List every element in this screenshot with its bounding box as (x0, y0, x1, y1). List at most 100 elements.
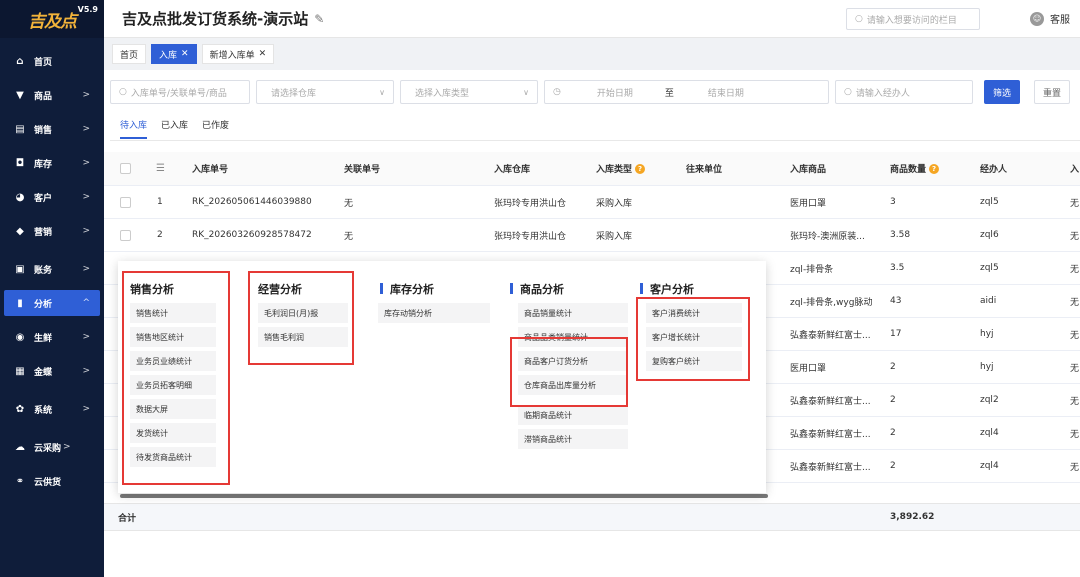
menu-item[interactable]: 库存动销分析 (378, 303, 490, 323)
goods: 医用口罩 (790, 363, 827, 374)
header-partner: 往来单位 (686, 165, 723, 175)
chevron-right-icon: > (63, 442, 71, 452)
sidebar-item-inventory[interactable]: ◘ 库存 > (4, 150, 100, 176)
header-label: 商品数量 (890, 165, 927, 175)
close-icon[interactable]: ✕ (259, 49, 267, 59)
table-header: ☰ 入库单号 关联单号 入库仓库 入库类型? 往来单位 入库商品 商品数量? 经… (104, 152, 1080, 186)
menu-item[interactable]: 商品销量统计 (518, 303, 628, 323)
inbound-type-select[interactable]: 选择入库类型 ∨ (400, 80, 538, 104)
chart-icon: ▮ (17, 297, 23, 309)
tab-label: 入库 (159, 50, 178, 61)
header-extra: 入 (1070, 165, 1080, 175)
page-tabs: 首页 入库 ✕ 新增入库单 ✕ (104, 38, 1080, 70)
row-index: 2 (157, 230, 163, 240)
header-order-no: 入库单号 (192, 165, 229, 175)
order-no[interactable]: RK_202603260928578472 (192, 219, 312, 251)
date-separator: 至 (664, 88, 674, 99)
table-row[interactable]: 2 RK_202603260928578472 无 张玛玲专用洪山仓 采购入库 … (104, 219, 1080, 252)
row-checkbox[interactable] (120, 196, 131, 208)
sidebar-nav: ⌂ 首页 ▼ 商品 > ▤ 销售 > ◘ 库存 > ◕ 客户 > ◆ 营销 > ▣ 账务 > ▮ 分析 ^ ◉… (0, 38, 104, 494)
extra: 无 (1070, 363, 1080, 374)
select-all-checkbox[interactable] (120, 163, 131, 174)
goods: 弘鑫泰新鲜红富士... (790, 429, 871, 440)
logo-text: 吉及点 (28, 11, 77, 32)
extra: 无 (1070, 330, 1080, 341)
placeholder: 选择入库类型 (415, 88, 470, 99)
sidebar-item-home[interactable]: ⌂ 首页 (4, 48, 100, 74)
sidebar-item-customer[interactable]: ◕ 客户 > (4, 184, 100, 210)
operator-input[interactable]: ○ 请输入经办人 (835, 80, 973, 104)
sidebar-item-cloud-purchase[interactable]: ☁ 云采购 > (4, 434, 100, 460)
highlight-box-sales (122, 271, 230, 485)
summary-row: 合计 3,892.62 (104, 503, 1080, 531)
sidebar-item-ledger[interactable]: ▣ 账务 > (4, 256, 100, 282)
tab-received[interactable]: 已入库 (161, 118, 188, 139)
clock-icon: ◷ (553, 87, 561, 97)
app-title: 吉及点批发订货系统-演示站 (122, 10, 309, 28)
placeholder: 请选择仓库 (271, 88, 317, 99)
search-icon: ○ (119, 87, 127, 97)
tab-new-inbound[interactable]: 新增入库单 ✕ (201, 44, 275, 64)
tab-pending[interactable]: 待入库 (120, 118, 148, 139)
logo[interactable]: 吉及点 V5.9 (0, 0, 104, 38)
row-checkbox[interactable] (120, 229, 131, 241)
end-date[interactable]: 结束日期 (708, 86, 744, 99)
search-icon: ○ (855, 14, 863, 24)
table-row[interactable]: 1 RK_202605061446039880 无 张玛玲专用洪山仓 采购入库 … (104, 186, 1080, 219)
sidebar-item-sales[interactable]: ▤ 销售 > (4, 116, 100, 142)
fresh-icon: ◉ (15, 331, 25, 343)
header-related-no: 关联单号 (344, 165, 381, 175)
related-no: 无 (344, 198, 354, 209)
help-icon[interactable]: ? (929, 163, 940, 174)
sidebar-item-label: 库存 (34, 159, 53, 170)
help-icon[interactable]: ? (635, 163, 646, 174)
header-warehouse: 入库仓库 (494, 165, 531, 175)
start-date[interactable]: 开始日期 (597, 86, 633, 99)
menu-search-input[interactable]: ○ 请输入想要访问的栏目 (846, 8, 980, 30)
qty: 3.5 (890, 263, 905, 273)
close-icon[interactable]: ✕ (181, 49, 189, 59)
search-placeholder: 请输入想要访问的栏目 (866, 15, 957, 26)
tab-inbound[interactable]: 入库 ✕ (151, 44, 197, 64)
order-no-input[interactable]: ○ 入库单号/关联单号/商品 (110, 80, 250, 104)
chevron-down-icon: ∨ (379, 87, 385, 97)
operator: zql5 (980, 263, 999, 273)
sidebar-item-analysis[interactable]: ▮ 分析 ^ (4, 290, 100, 316)
menu-item[interactable]: 滞销商品统计 (518, 429, 628, 449)
highlight-box-operation (248, 271, 354, 365)
menu-item[interactable]: 临期商品统计 (518, 405, 628, 425)
sidebar-item-marketing[interactable]: ◆ 营销 > (4, 218, 100, 244)
service-label: 客服 (1050, 15, 1070, 26)
edit-icon[interactable]: ✎ (314, 12, 324, 26)
date-range-picker[interactable]: ◷ 开始日期 至 结束日期 (544, 80, 829, 104)
warehouse-select[interactable]: 请选择仓库 ∨ (256, 80, 394, 104)
horizontal-scrollbar[interactable] (120, 494, 768, 498)
sidebar-item-system[interactable]: ✿ 系统 > (4, 396, 100, 422)
service-button[interactable]: ☺ 客服 (1030, 11, 1070, 26)
inbound-type: 采购入库 (596, 198, 633, 209)
operator: aidi (980, 296, 997, 306)
sidebar-item-goods[interactable]: ▼ 商品 > (4, 82, 100, 108)
sidebar-item-kingdee[interactable]: ▦ 金蝶 > (4, 358, 100, 384)
goods: 张玛玲-澳洲原装... (790, 231, 865, 242)
column-settings-icon[interactable]: ☰ (156, 152, 165, 185)
chevron-right-icon: > (82, 264, 90, 274)
reset-button[interactable]: 重置 (1034, 80, 1070, 104)
qty: 2 (890, 395, 896, 405)
row-index: 1 (157, 197, 163, 207)
sidebar-item-label: 金蝶 (34, 367, 53, 378)
filter-button[interactable]: 筛选 (984, 80, 1020, 104)
sidebar-item-label: 账务 (34, 265, 53, 276)
tab-label: 首页 (120, 50, 139, 61)
ledger-icon: ▣ (15, 263, 25, 275)
tab-voided[interactable]: 已作废 (202, 118, 229, 139)
sidebar-item-label: 销售 (34, 125, 53, 136)
status-tabs: 待入库 已入库 已作废 (120, 118, 243, 139)
accent-bar (380, 283, 383, 294)
extra: 无 (1070, 231, 1080, 242)
sidebar-item-cloud-supply[interactable]: ⚭ 云供货 (4, 468, 100, 494)
chevron-right-icon: > (82, 124, 90, 134)
tab-home[interactable]: 首页 (112, 44, 147, 64)
sidebar-item-fresh[interactable]: ◉ 生鲜 > (4, 324, 100, 350)
order-no[interactable]: RK_202605061446039880 (192, 186, 312, 218)
